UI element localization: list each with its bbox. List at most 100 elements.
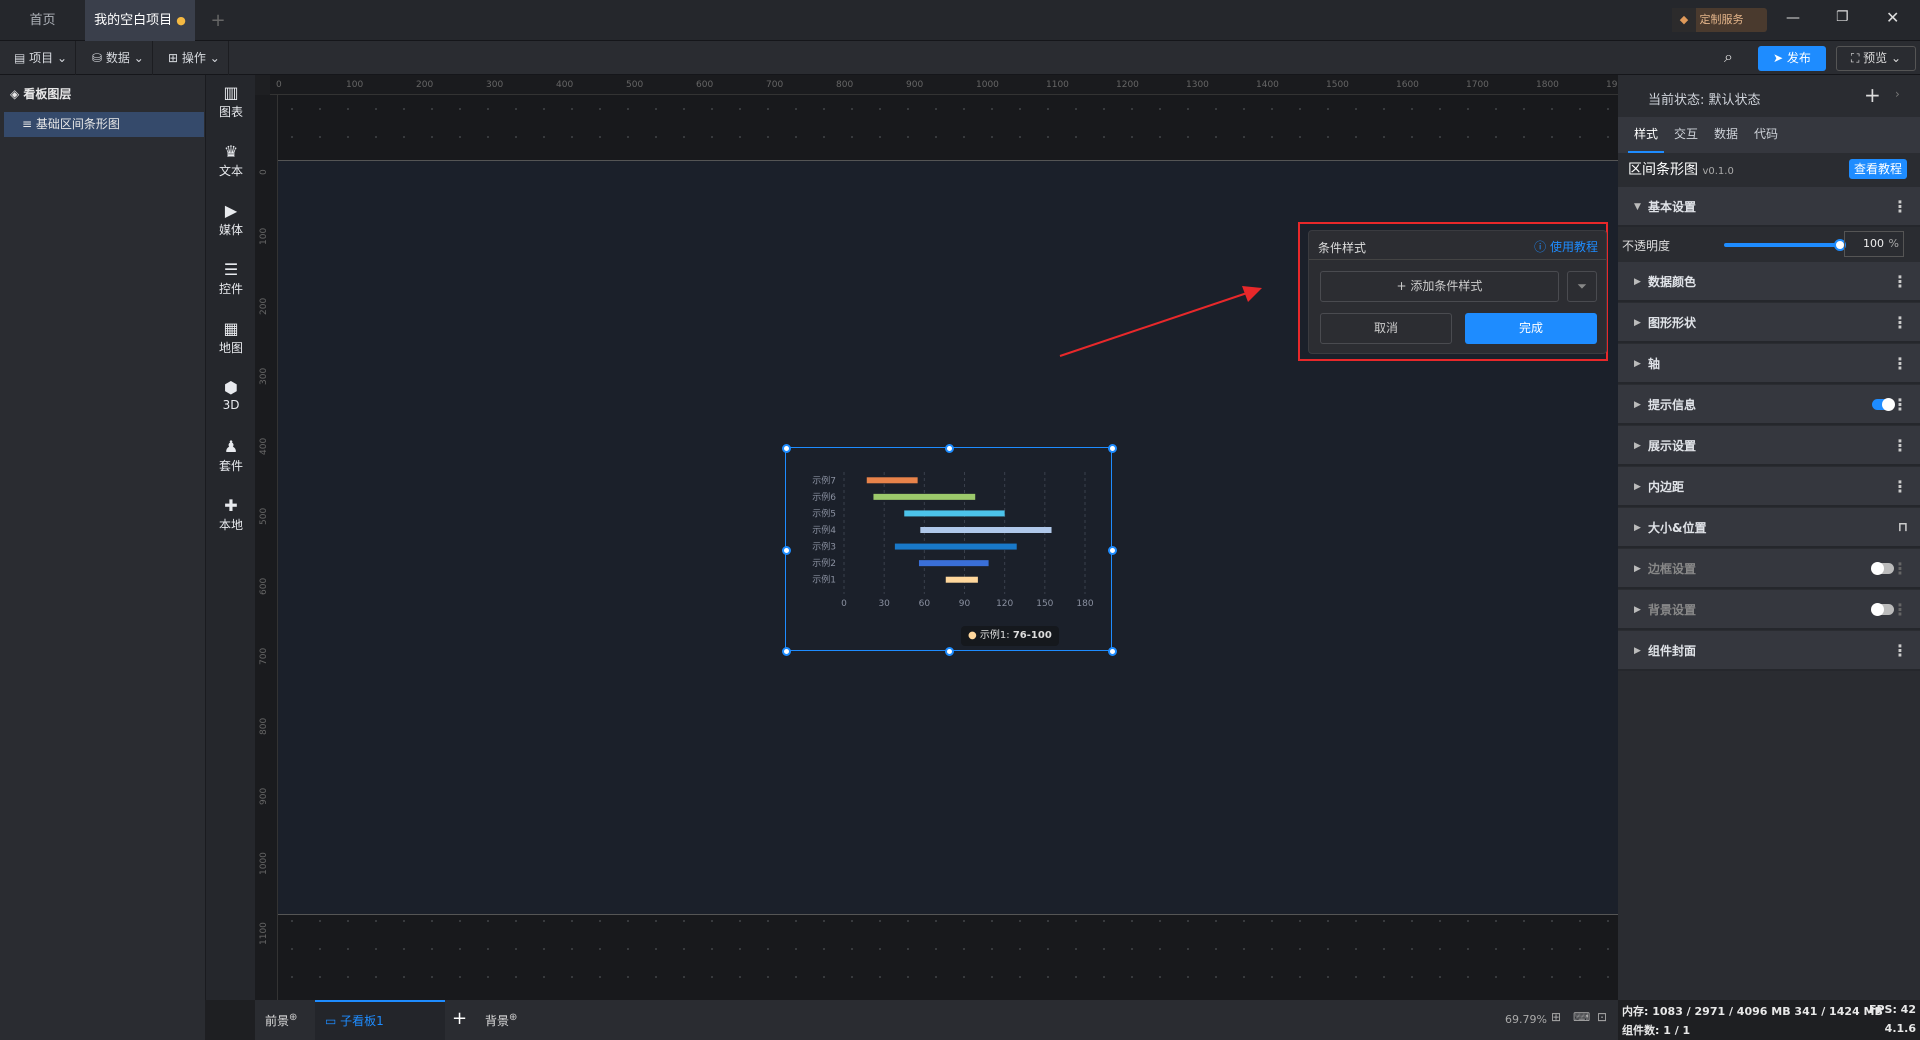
ruler-tick-label: 1700	[1466, 80, 1489, 90]
done-button[interactable]: 完成	[1465, 313, 1597, 344]
toggle-switch[interactable]	[1871, 603, 1894, 616]
ruler-tick-label: 1600	[1396, 80, 1419, 90]
app-version: 4.1.6	[1884, 1022, 1916, 1035]
background-tab[interactable]: 背景⊕	[485, 1012, 517, 1029]
close-button[interactable]: ✕	[1886, 8, 1899, 27]
cancel-button[interactable]: 取消	[1320, 313, 1452, 344]
section-row[interactable]: ▶ 组件封面 ⋮	[1618, 631, 1920, 671]
tab-1[interactable]: 交互	[1668, 117, 1704, 153]
resize-handle[interactable]	[781, 443, 791, 453]
resize-handle[interactable]	[944, 443, 954, 453]
add-state-button[interactable]: +	[1864, 83, 1881, 107]
range-bar-chart[interactable]: 0 30 60 90 120 150 180 示例1 示例2 示例3 示例4 示例5 示例6 示例7 ● …	[781, 443, 1117, 656]
more-icon[interactable]: ⋮	[1892, 303, 1908, 343]
resize-handle[interactable]	[781, 646, 791, 656]
terminal-icon[interactable]: ⊡	[1597, 1010, 1607, 1024]
tab-0[interactable]: 样式	[1628, 117, 1664, 153]
section-row[interactable]: ▶ 边框设置 ⋮	[1618, 549, 1920, 589]
more-icon[interactable]: ⋮	[1892, 631, 1908, 671]
state-value[interactable]: 默认状态	[1709, 93, 1761, 108]
opacity-input[interactable]: 100%	[1844, 231, 1904, 257]
help-link[interactable]: ⓘ 使用教程	[1534, 238, 1598, 255]
component-category-6[interactable]: ♟ 套件	[206, 437, 256, 474]
status-bar: 内存: 1083 / 2971 / 4096 MB 341 / 1424 MB …	[1618, 1000, 1920, 1040]
chevron-right-icon[interactable]: ›	[1895, 87, 1900, 101]
section-row[interactable]: ▶ 轴 ⋮	[1618, 344, 1920, 384]
menu-data[interactable]: ⛁ 数据 ⌄	[84, 41, 153, 75]
more-icon[interactable]: ⋮	[1892, 590, 1908, 630]
more-icon[interactable]: ⋮	[1892, 187, 1908, 227]
section-row[interactable]: ▶ 提示信息 ⋮	[1618, 385, 1920, 425]
more-icon[interactable]: ⋮	[1892, 344, 1908, 384]
more-icon[interactable]: ⋮	[1892, 426, 1908, 466]
resize-handle[interactable]	[944, 646, 954, 656]
range-bar[interactable]	[904, 510, 1005, 517]
section-row[interactable]: ▶ 展示设置 ⋮	[1618, 426, 1920, 466]
range-bar[interactable]	[920, 527, 1052, 533]
component-category-7[interactable]: ✚ 本地	[206, 496, 256, 533]
resize-handle[interactable]	[1107, 545, 1117, 555]
layer-item[interactable]: ≡ 基础区间条形图	[4, 112, 204, 137]
component-category-5[interactable]: ⬢ 3D	[206, 378, 256, 412]
section-label: 数据颜色	[1648, 275, 1697, 289]
category-label: 图表	[218, 105, 243, 119]
caret-right-icon: ▶	[1634, 400, 1641, 410]
menu-label: 数据	[105, 51, 130, 65]
restore-button[interactable]: ❐	[1836, 9, 1849, 25]
section-row[interactable]: ▶ 大小&位置 ⊓	[1618, 508, 1920, 548]
section-row[interactable]: ▶ 图形形状 ⋮	[1618, 303, 1920, 343]
tab-project[interactable]: 我的空白项目 ●	[85, 0, 195, 41]
more-icon[interactable]: ⋮	[1892, 549, 1908, 589]
add-condition-button[interactable]: + 添加条件样式	[1320, 271, 1559, 302]
range-bar[interactable]	[945, 576, 978, 583]
lock-icon[interactable]: ⊓	[1898, 508, 1908, 548]
component-category-2[interactable]: ▶ 媒体	[206, 201, 256, 238]
resize-handle[interactable]	[781, 545, 791, 555]
component-category-4[interactable]: ▦ 地图	[206, 319, 256, 356]
more-icon[interactable]: ⋮	[1892, 262, 1908, 302]
foreground-tab[interactable]: 前景⊕	[265, 1012, 297, 1029]
new-tab-button[interactable]: +	[208, 0, 228, 41]
more-icon[interactable]: ⋮	[1892, 467, 1908, 507]
range-bar[interactable]	[918, 560, 989, 567]
filter-add-icon[interactable]: ⏷	[1567, 271, 1597, 302]
opacity-slider[interactable]	[1724, 239, 1846, 251]
component-category-1[interactable]: ♛ 文本	[206, 142, 256, 179]
board-tab[interactable]: ▭ 子看板1	[315, 1000, 445, 1040]
zoom-level[interactable]: 69.79%	[1505, 1013, 1547, 1026]
resize-handle[interactable]	[1107, 646, 1117, 656]
search-icon[interactable]: ⌕	[1724, 47, 1733, 67]
state-label: 当前状态:	[1648, 93, 1705, 108]
menu-project[interactable]: ▤ 项目 ⌄	[6, 41, 77, 75]
menu-operate[interactable]: ⊞ 操作 ⌄	[160, 41, 229, 75]
section-row[interactable]: ▶ 内边距 ⋮	[1618, 467, 1920, 507]
section-row[interactable]: ▶ 数据颜色 ⋮	[1618, 262, 1920, 302]
add-circle-icon[interactable]: ⊕	[509, 1012, 517, 1023]
preview-button[interactable]: ⛶ 预览 ⌄	[1836, 46, 1916, 71]
section-label: 图形形状	[1648, 316, 1697, 330]
keyboard-icon[interactable]: ⌨	[1573, 1010, 1590, 1024]
range-bar[interactable]	[894, 543, 1017, 550]
section-row[interactable]: ▶ 背景设置 ⋮	[1618, 590, 1920, 630]
tab-home[interactable]: 首页	[0, 0, 85, 41]
tab-3[interactable]: 代码	[1748, 117, 1784, 153]
horizontal-ruler[interactable]: 0 100 200 300 400 500 600 700 800 900 1000 1100 1200…	[270, 75, 1629, 95]
tab-2[interactable]: 数据	[1708, 117, 1744, 153]
fit-screen-icon[interactable]: ⊞	[1551, 1010, 1561, 1024]
component-category-0[interactable]: ▥ 图表	[206, 83, 256, 120]
publish-button[interactable]: ➤ 发布	[1758, 46, 1826, 71]
custom-service-button[interactable]: ◆ 定制服务	[1672, 8, 1767, 32]
vertical-ruler[interactable]: 0 100 200 300 400 500 600 700 800 900 1000 1100	[255, 95, 278, 1000]
section-basic[interactable]: ▼ 基本设置 ⋮	[1618, 187, 1920, 227]
minimize-button[interactable]: —	[1786, 10, 1800, 26]
tutorial-button[interactable]: 查看教程	[1849, 159, 1907, 179]
toggle-switch[interactable]	[1871, 562, 1894, 575]
add-board-button[interactable]: +	[452, 1008, 467, 1029]
ruler-tick-label: 1400	[1256, 80, 1279, 90]
range-bar[interactable]	[866, 477, 918, 484]
resize-handle[interactable]	[1107, 443, 1117, 453]
range-bar[interactable]	[873, 493, 976, 500]
toggle-switch[interactable]	[1872, 398, 1895, 411]
component-category-3[interactable]: ☰ 控件	[206, 260, 256, 297]
add-circle-icon[interactable]: ⊕	[289, 1012, 297, 1023]
